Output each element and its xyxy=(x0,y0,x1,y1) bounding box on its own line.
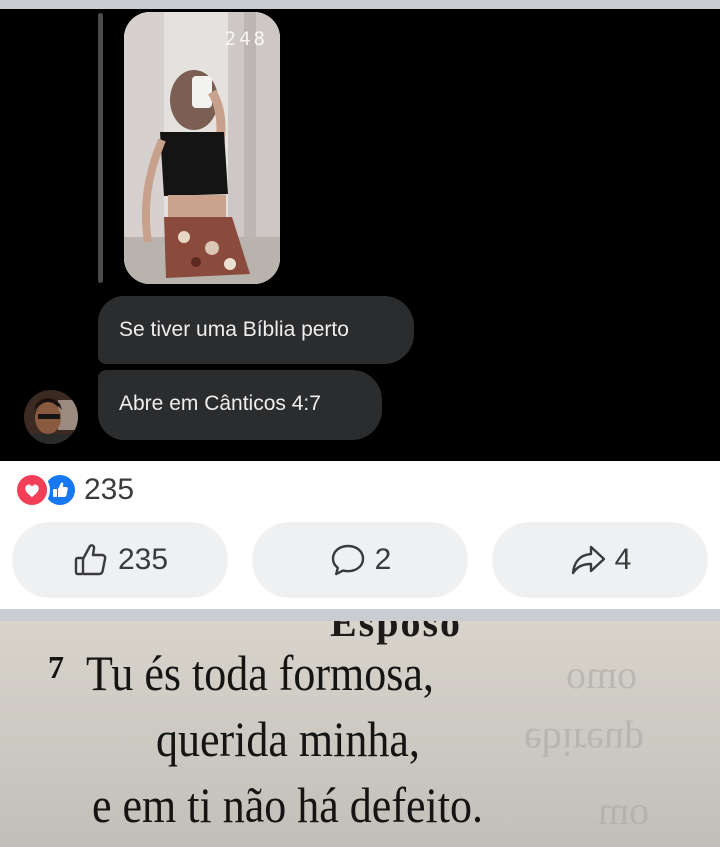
chat-screenshot: 248 Se tiver uma Bíblia perto Abre em Câ… xyxy=(0,9,720,461)
like-button[interactable]: 235 xyxy=(12,522,228,598)
verse-line: querida minha, xyxy=(156,711,420,767)
bleed-through-text: ebireup xyxy=(524,720,644,765)
bleed-through-text: om xyxy=(598,788,650,833)
action-bar: 235 2 4 xyxy=(0,522,720,598)
message-text: Abre em Cânticos 4:7 xyxy=(119,392,321,415)
verse-line: Tu és toda formosa, xyxy=(86,645,434,701)
share-count: 4 xyxy=(614,543,632,576)
verse-line: e em ti não há defeito. xyxy=(92,777,483,833)
share-arrow-icon xyxy=(571,545,605,575)
avatar-photo xyxy=(24,390,78,444)
share-button[interactable]: 4 xyxy=(492,522,708,598)
message-bubble[interactable]: Abre em Cânticos 4:7 xyxy=(98,370,382,440)
reply-indicator-line xyxy=(98,13,103,283)
story-view-count: 248 xyxy=(224,28,268,50)
bible-heading-fragment: Esposo xyxy=(330,621,463,645)
message-bubble[interactable]: Se tiver uma Bíblia perto xyxy=(98,296,414,364)
verse-number: 7 xyxy=(48,649,64,685)
reaction-count: 235 xyxy=(84,473,135,506)
thumbs-up-icon xyxy=(74,544,107,576)
message-text: Se tiver uma Bíblia perto xyxy=(119,318,349,341)
comment-button[interactable]: 2 xyxy=(252,522,468,598)
love-reaction xyxy=(14,472,50,508)
comment-icon xyxy=(331,544,364,576)
post-separator xyxy=(0,609,720,621)
reaction-summary[interactable]: 235 xyxy=(14,470,134,510)
comment-count: 2 xyxy=(374,543,392,576)
story-reply-thumbnail[interactable]: 248 xyxy=(124,12,280,284)
bible-page-photo: Esposo omo ebireup om 7 Tu és toda formo… xyxy=(0,621,720,847)
like-count: 235 xyxy=(117,543,169,576)
top-separator xyxy=(0,0,720,9)
story-photo xyxy=(124,12,280,284)
sender-avatar[interactable] xyxy=(24,390,78,444)
love-icon xyxy=(17,475,47,505)
bleed-through-text: omo xyxy=(566,652,638,697)
